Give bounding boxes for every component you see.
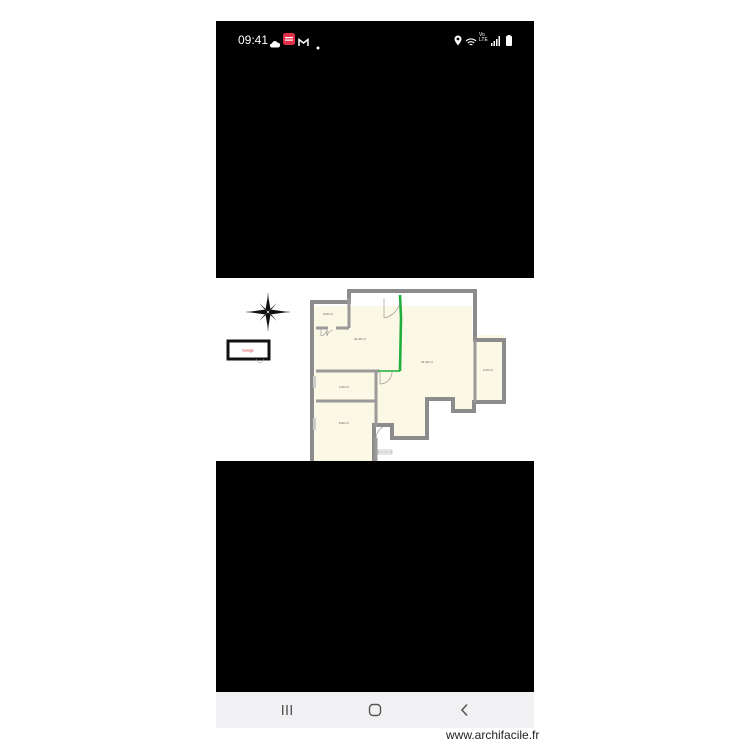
- recent-apps-icon[interactable]: [275, 700, 299, 720]
- room-label-small: 0.00 m²: [323, 312, 333, 316]
- phone-screenshot: 09:41 Vo LTE Garage 0.00 m² 24.35 m² 31.…: [216, 21, 534, 728]
- watermark: www.archifacile.fr: [446, 728, 540, 742]
- dot-icon: [316, 37, 320, 55]
- annex-structure: Garage: [226, 339, 271, 364]
- room-label-closet: 2.20 m²: [483, 368, 493, 372]
- status-time: 09:41: [238, 33, 269, 47]
- highlighted-wall[interactable]: [398, 294, 403, 372]
- back-icon[interactable]: [453, 700, 477, 720]
- floor-plan-area[interactable]: Garage 0.00 m² 24.35 m² 31.40 m² 2.20 m²…: [216, 278, 534, 467]
- home-icon[interactable]: [363, 700, 387, 720]
- status-bar: 09:41 Vo LTE: [216, 21, 534, 57]
- blank-screen-area-top: [216, 57, 534, 278]
- floor-plan-drawing: Garage 0.00 m² 24.35 m² 31.40 m² 2.20 m²…: [226, 289, 506, 467]
- blank-screen-area-bottom: [216, 461, 534, 692]
- wifi-icon: [465, 34, 477, 52]
- annex-label: Garage: [242, 349, 254, 353]
- navigation-bar: [216, 692, 534, 728]
- network-type-label: Vo LTE: [479, 32, 488, 43]
- room-label-bath: 4.30 m²: [339, 385, 349, 389]
- battery-icon: [506, 33, 512, 51]
- room-label-bedroom: 6.90 m²: [339, 421, 349, 425]
- signal-icon: [491, 33, 500, 51]
- room-label-main: 24.35 m²: [354, 337, 366, 341]
- gmail-icon: [298, 34, 309, 52]
- compass-rose-icon: [246, 293, 290, 331]
- cloud-icon: [270, 35, 281, 53]
- location-icon: [454, 33, 462, 51]
- app-badge-icon: [283, 32, 295, 50]
- room-label-living: 31.40 m²: [421, 360, 433, 364]
